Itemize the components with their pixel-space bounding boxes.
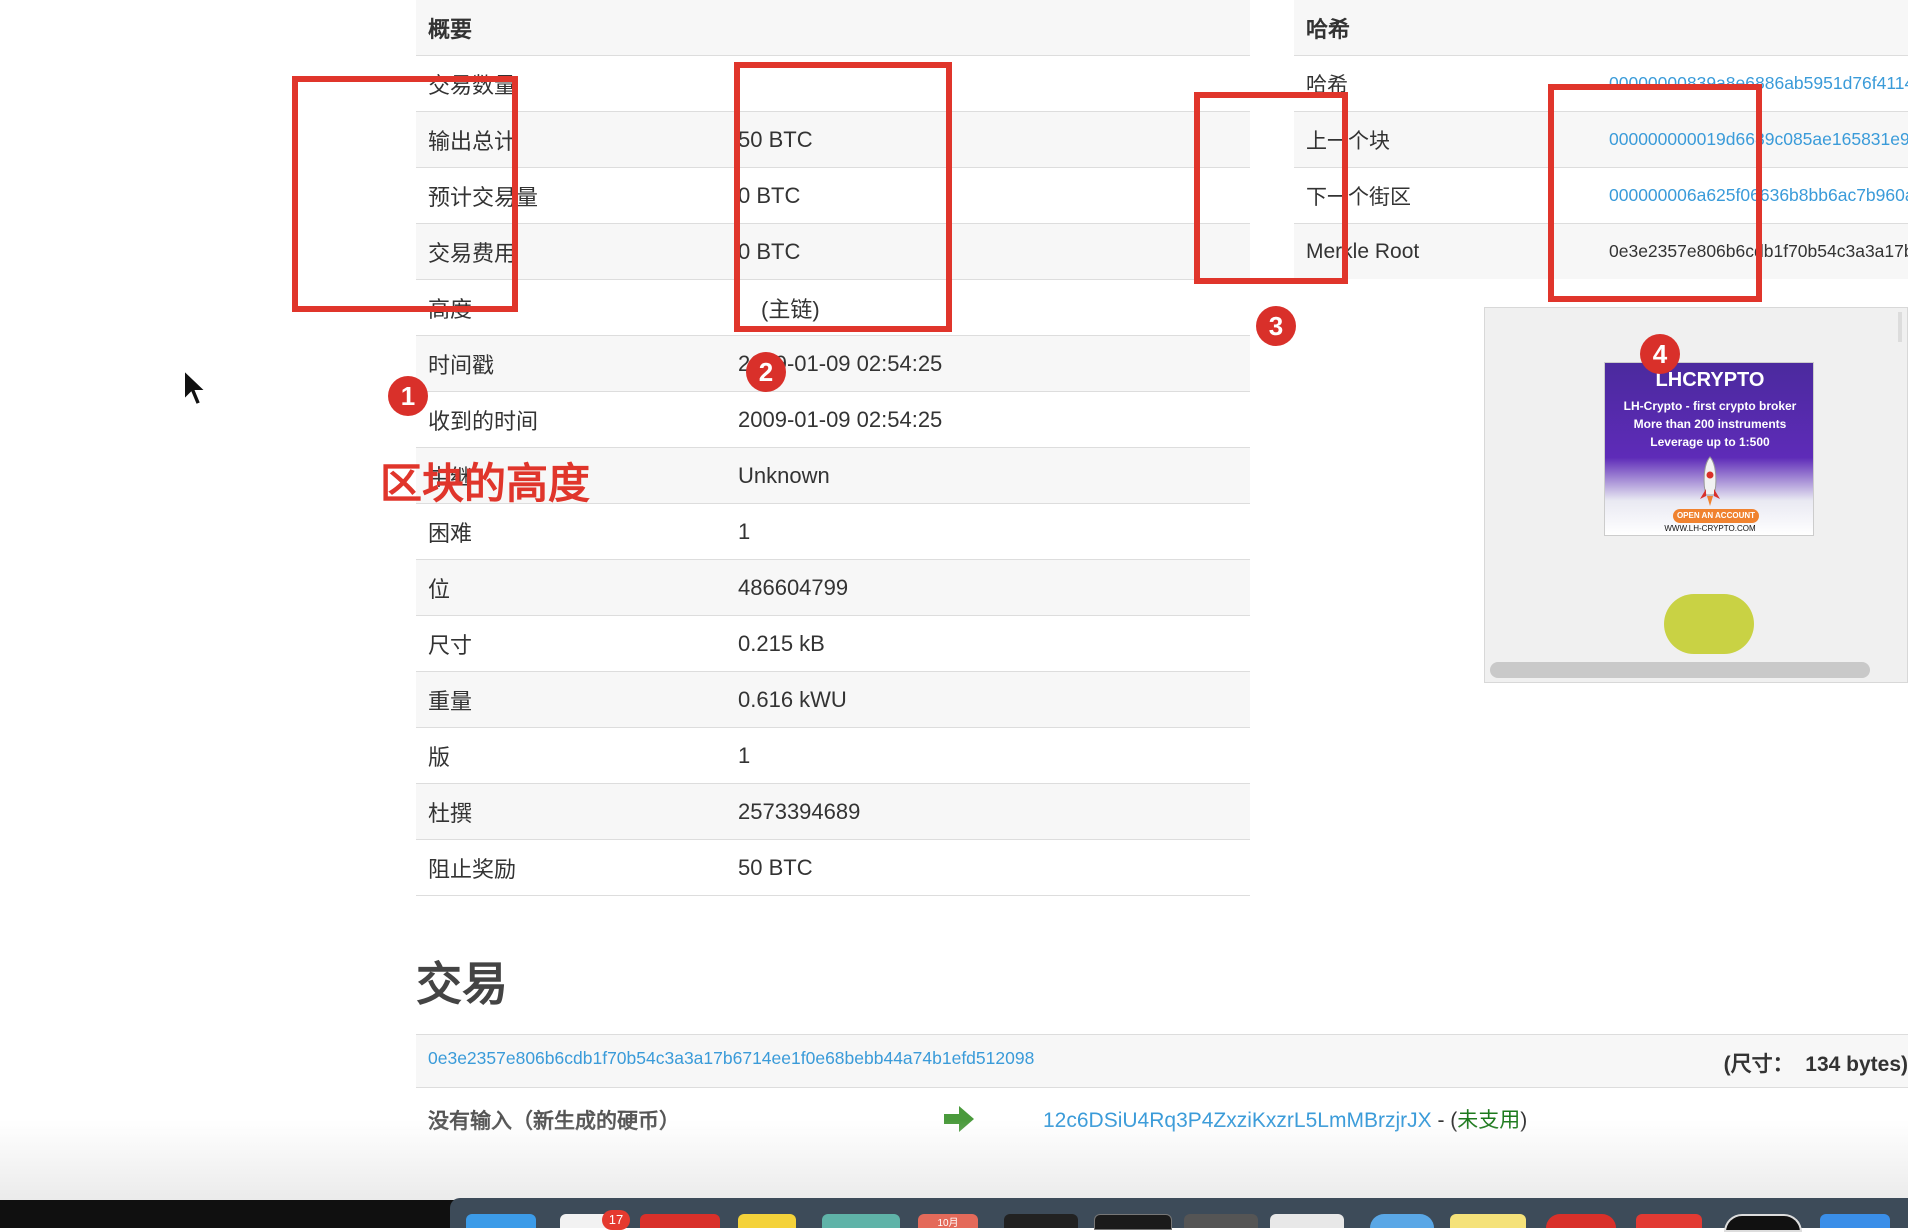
table-row: 杜撰 2573394689 (416, 783, 1250, 840)
annotation-marker-4: 4 (1640, 334, 1680, 374)
row-value: 1 (721, 503, 1250, 560)
table-row: 版1 (416, 727, 1250, 784)
annotation-marker-3: 3 (1256, 306, 1296, 346)
row-value: 1 (721, 727, 1250, 784)
ad-line-3: Leverage up to 1:500 (1650, 435, 1770, 449)
calendar-icon[interactable]: 10月 (918, 1214, 978, 1229)
notification-badge: 17 (602, 1210, 630, 1230)
app-red-2-icon[interactable] (1636, 1214, 1702, 1228)
table-row: 困难 1 (416, 503, 1250, 560)
ad-horizontal-scrollbar[interactable] (1490, 662, 1870, 678)
table-row: 阻止奖励 50 BTC (416, 839, 1250, 896)
ad-url: WWW.LH-CRYPTO.COM (1664, 524, 1756, 533)
row-value: 2009-01-09 02:54:25 (721, 391, 1250, 448)
size-label: (尺寸： (1723, 1053, 1794, 1076)
row-label: 阻止奖励 (416, 839, 721, 896)
rocket-icon (1700, 456, 1720, 506)
row-label: 位 (416, 559, 721, 616)
row-value: 2009-01-09 02:54:25 (721, 335, 1250, 392)
stickies-icon[interactable] (1450, 1214, 1526, 1228)
table-row: 时间戳 2009-01-09 02:54:25 (416, 335, 1250, 392)
annotation-marker-2: 2 (746, 352, 786, 392)
annotation-box-2 (734, 62, 952, 332)
row-label: 重量 (416, 671, 721, 728)
ad-open-account-button[interactable]: OPEN AN ACCOUNT (1673, 509, 1759, 523)
annotation-box-3 (1194, 92, 1348, 284)
app-teal-icon[interactable] (822, 1214, 900, 1228)
app-blue-icon[interactable] (1820, 1214, 1890, 1228)
app-red-icon[interactable] (640, 1214, 720, 1228)
row-label: 时间戳 (416, 335, 721, 392)
row-label: 杜撰 (416, 783, 721, 840)
row-value: 50 BTC (721, 839, 1250, 896)
ad-brand: LHCRYPTO (1655, 369, 1765, 391)
table-row: 位 486604799 (416, 559, 1250, 616)
transaction-header-row: 0e3e2357e806b6cdb1f70b54c3a3a17b6714ee1f… (416, 1034, 1908, 1088)
transaction-size: (尺寸： 134 bytes) (1724, 1048, 1908, 1078)
table-row: 重量 0.616 kWU (416, 671, 1250, 728)
annotation-marker-1: 1 (388, 376, 428, 416)
summary-heading: 概要 (416, 0, 1250, 56)
ad-banner[interactable]: LHCRYPTO LH-Crypto - first crypto broker… (1604, 362, 1814, 536)
preview-icon[interactable] (1270, 1214, 1344, 1228)
ad-scroll-track (1898, 312, 1902, 342)
row-label: 尺寸 (416, 615, 721, 672)
row-value: 486604799 (721, 559, 1250, 616)
row-value: 0.616 kWU (721, 671, 1250, 728)
annotation-box-1 (292, 76, 518, 312)
ad-line-1: LH-Crypto - first crypto broker (1623, 399, 1797, 413)
row-value: 0.215 kB (721, 615, 1250, 672)
table-row: 收到的时间 2009-01-09 02:54:25 (416, 391, 1250, 448)
size-value: 134 bytes) (1805, 1053, 1908, 1076)
transactions-heading: 交易 (416, 958, 508, 1010)
finder-icon[interactable] (466, 1214, 536, 1228)
hash-heading: 哈希 (1294, 0, 1908, 56)
dock-shadow (0, 1120, 1908, 1200)
app-dark-round-icon[interactable] (1724, 1214, 1802, 1232)
transaction-hash-link[interactable]: 0e3e2357e806b6cdb1f70b54c3a3a17b6714ee1f… (428, 1048, 1034, 1069)
ad-line-2: More than 200 instruments (1633, 417, 1787, 431)
relay-link[interactable]: Unknown (721, 447, 1250, 504)
app-round-red-icon[interactable] (1546, 1214, 1616, 1228)
notes-icon[interactable] (738, 1214, 796, 1228)
row-label: 困难 (416, 503, 721, 560)
annotation-label: 区块的高度 (380, 460, 591, 507)
app-gray-icon[interactable] (1184, 1214, 1258, 1228)
annotation-box-4 (1548, 84, 1762, 302)
row-value: 2573394689 (721, 783, 1250, 840)
row-label: 版 (416, 727, 721, 784)
mouse-cursor-icon (183, 368, 209, 407)
safari-icon[interactable] (1370, 1214, 1434, 1228)
row-label: 收到的时间 (416, 391, 721, 448)
table-row: 尺寸 0.215 kB (416, 615, 1250, 672)
ad-play-button[interactable] (1664, 594, 1754, 654)
terminal-icon[interactable] (1004, 1214, 1078, 1228)
